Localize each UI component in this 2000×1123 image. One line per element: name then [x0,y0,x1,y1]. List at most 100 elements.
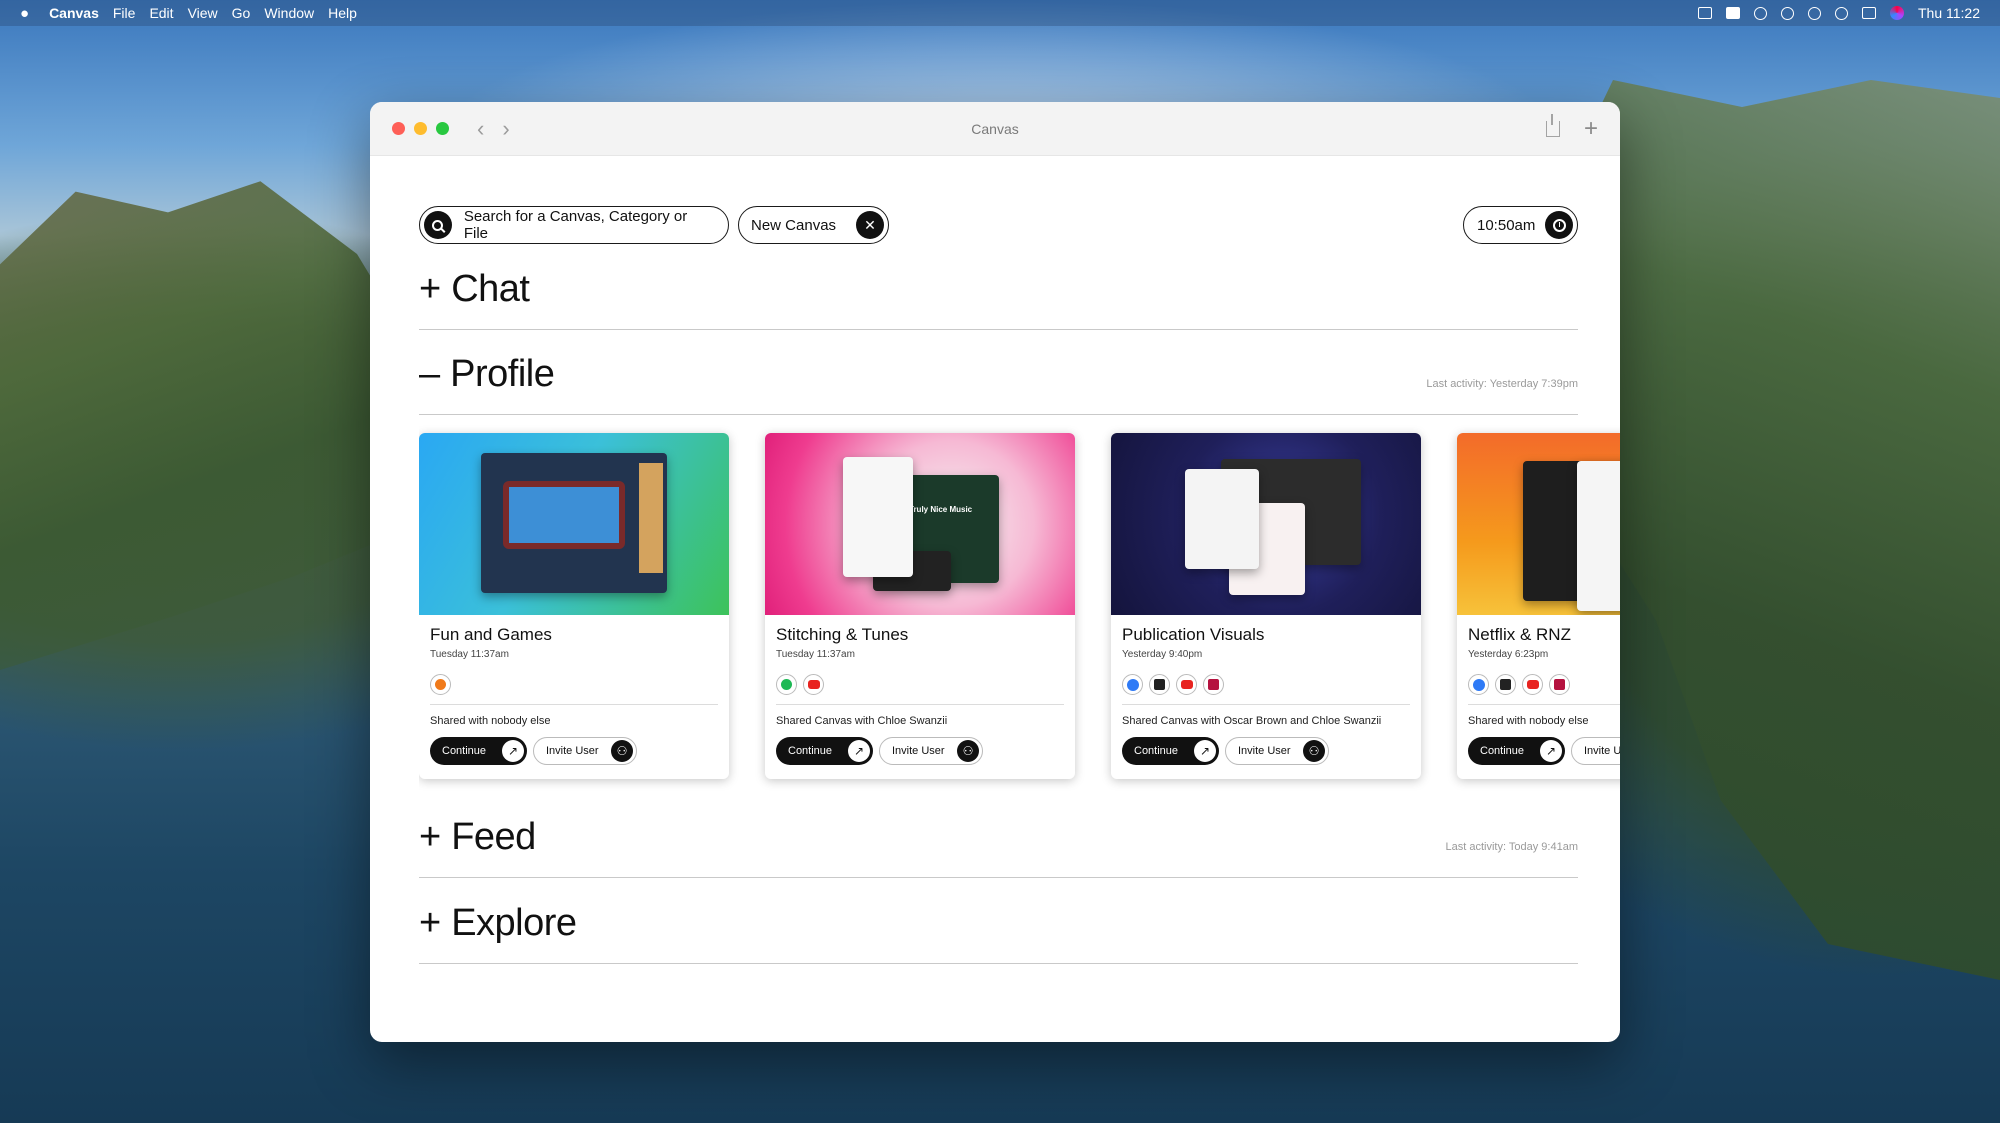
back-arrow-icon[interactable]: ‹ [477,117,484,140]
search-placeholder: Search for a Canvas, Category or File [463,208,688,242]
card-date: Yesterday 9:40pm [1122,649,1203,660]
card-actions: Continue ↗ Invite User ⚇ [1122,737,1410,765]
menu-clock[interactable]: Thu 11:22 [1918,5,1980,21]
card-title: Publication Visuals [1122,625,1265,644]
explore-toggle[interactable]: + [419,902,441,945]
card-app-icons [1122,674,1410,705]
menu-go[interactable]: Go [232,5,251,21]
pool-table-graphic [503,481,625,549]
messenger-icon[interactable] [1468,674,1489,695]
acrobat-icon[interactable] [1149,674,1170,695]
canvas-card[interactable]: Netflix & RNZ Yesterday 6:23pm Shared wi… [1457,433,1620,779]
messenger-icon[interactable] [1122,674,1143,695]
traffic-lights [392,122,449,135]
canvas-card[interactable]: Fun and Games Tuesday 11:37am Shared wit… [419,433,729,779]
invite-user-button[interactable]: Invite User ⚇ [533,737,637,765]
m-icon[interactable] [430,674,451,695]
continue-button[interactable]: Continue ↗ [430,737,527,765]
arrow-up-right-icon: ↗ [1194,740,1216,762]
continue-button[interactable]: Continue ↗ [776,737,873,765]
invite-user-button[interactable]: Invite User ⚇ [879,737,983,765]
new-tab-icon[interactable]: + [1584,116,1598,141]
spotlight-search-icon[interactable] [1834,6,1848,20]
youtube-icon[interactable] [803,674,824,695]
menu-help[interactable]: Help [328,5,357,21]
card-thumbnail[interactable] [419,433,729,615]
cards-scroller[interactable]: Fun and Games Tuesday 11:37am Shared wit… [419,415,1620,807]
top-controls: Search for a Canvas, Category or File Ne… [419,206,1578,244]
youtube-icon[interactable] [1522,674,1543,695]
news-site-preview [1577,461,1620,611]
forward-arrow-icon[interactable]: › [502,117,509,140]
chat-toggle[interactable]: + [419,268,441,311]
card-thumbnail[interactable]: Truly Nice Music [765,433,1075,615]
web-page-preview [1185,469,1259,569]
canvas-card[interactable]: Truly Nice Music Stitching & Tunes Tuesd… [765,433,1075,779]
close-window-button[interactable] [392,122,405,135]
feed-toggle[interactable]: + [419,816,441,859]
wifi-icon[interactable] [1780,6,1794,20]
section-chat-header[interactable]: + Chat [419,244,1578,329]
maximize-window-button[interactable] [436,122,449,135]
menu-window[interactable]: Window [264,5,314,21]
keyboard-input-icon[interactable] [1725,7,1740,19]
share-icon[interactable] [1545,113,1560,137]
screen-icon[interactable] [1697,7,1712,19]
arrow-up-right-icon: ↗ [502,740,524,762]
card-thumbnail[interactable] [1457,433,1620,615]
card-share-status: Shared with nobody else [1468,715,1589,727]
search-input[interactable]: Search for a Canvas, Category or File [419,206,729,244]
indesign-icon[interactable] [1549,674,1570,695]
menu-file[interactable]: File [113,5,136,21]
indesign-icon[interactable] [1203,674,1224,695]
control-center-icon[interactable] [1861,7,1876,19]
spotify-icon[interactable] [776,674,797,695]
window-title: Canvas [971,120,1019,137]
invite-label: Invite User [546,745,599,757]
arrow-up-right-icon: ↗ [848,740,870,762]
section-profile-header[interactable]: – Profile Last activity: Yesterday 7:39p… [419,330,1578,415]
time-label: 10:50am [1477,216,1536,234]
profile-toggle[interactable]: – [419,353,440,396]
card-date: Tuesday 11:37am [776,649,855,660]
invite-user-button[interactable]: Invite User ⚇ [1571,737,1620,765]
continue-button[interactable]: Continue ↗ [1468,737,1565,765]
siri-icon[interactable] [1889,6,1904,20]
card-actions: Continue ↗ Invite User ⚇ [776,737,1064,765]
section-chat: + Chat [419,244,1578,330]
youtube-icon[interactable] [1176,674,1197,695]
invite-user-button[interactable]: Invite User ⚇ [1225,737,1329,765]
card-thumbnail[interactable] [1111,433,1421,615]
apple-menu-icon[interactable]: ● [20,5,29,22]
menu-view[interactable]: View [188,5,218,21]
menu-edit[interactable]: Edit [149,5,173,21]
profile-last-activity: Last activity: Yesterday 7:39pm [1426,378,1578,390]
menu-bar: ● Canvas File Edit View Go Window Help T… [0,0,2000,26]
new-canvas-button[interactable]: New Canvas ✕ [738,206,889,244]
time-button[interactable]: 10:50am [1463,206,1578,244]
title-actions: + [1545,113,1598,141]
section-explore-header[interactable]: + Explore [419,878,1578,963]
section-feed-header[interactable]: + Feed Last activity: Today 9:41am [419,807,1578,877]
continue-button[interactable]: Continue ↗ [1122,737,1219,765]
bluetooth-icon[interactable] [1753,6,1767,20]
new-canvas-label: New Canvas [751,216,837,234]
invite-user-icon: ⚇ [1303,740,1325,762]
desktop-hill-left [0,181,420,670]
minimize-window-button[interactable] [414,122,427,135]
expand-icon: ✕ [856,211,884,239]
feed-title: Feed [451,816,536,858]
invite-label: Invite User [892,745,945,757]
menu-app-name[interactable]: Canvas [49,5,99,21]
card-actions: Continue ↗ Invite User ⚇ [1468,737,1620,765]
user-icon[interactable] [1807,6,1821,20]
card-list: Fun and Games Tuesday 11:37am Shared wit… [419,415,1620,807]
invite-user-icon: ⚇ [611,740,633,762]
card-share-status: Shared Canvas with Oscar Brown and Chloe… [1122,715,1382,727]
canvas-card[interactable]: Publication Visuals Yesterday 9:40pm Sha… [1111,433,1421,779]
invite-label: Invite User [1238,745,1291,757]
acrobat-icon[interactable] [1495,674,1516,695]
clock-icon-circle [1545,211,1573,239]
arrow-up-right-icon: ↗ [1540,740,1562,762]
menu-bar-status: Thu 11:22 [1697,5,1980,21]
